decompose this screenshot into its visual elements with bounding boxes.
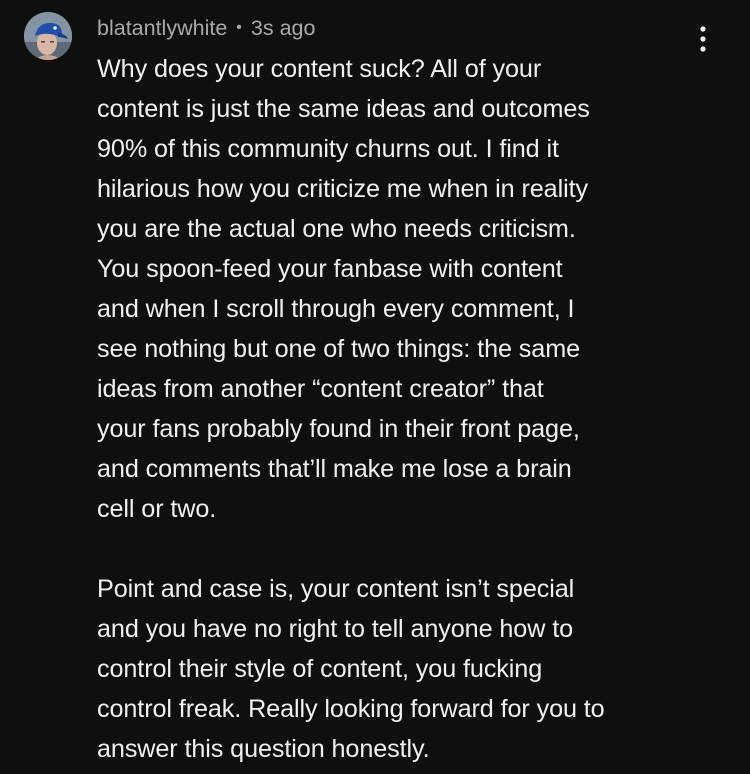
comment-line: you are the actual one who needs critici… xyxy=(97,215,576,243)
comment-line: 90% of this community churns out. I find… xyxy=(97,135,559,163)
meta-separator: • xyxy=(236,19,242,36)
comment-line: see nothing but one of two things: the s… xyxy=(97,335,580,363)
comment-line: your fans probably found in their front … xyxy=(97,415,580,443)
comment-line: Why does your content suck? All of your xyxy=(97,55,542,83)
comment-line: answer this question honestly. xyxy=(97,735,430,763)
comment-line: You spoon-feed your fanbase with content xyxy=(97,255,563,283)
comment-body: Why does your content suck? All of your … xyxy=(97,49,712,769)
comment-line: control freak. Really looking forward fo… xyxy=(97,695,605,723)
comment-line: content is just the same ideas and outco… xyxy=(97,95,590,123)
comment-line: hilarious how you criticize me when in r… xyxy=(97,175,588,203)
timestamp[interactable]: 3s ago xyxy=(251,16,316,41)
comment-line: cell or two. xyxy=(97,495,217,523)
comment-line: ideas from another “content creator” tha… xyxy=(97,375,544,403)
user-avatar-photo xyxy=(24,12,72,60)
comment-line: and comments that’ll make me lose a brai… xyxy=(97,455,572,483)
comment-header: blatantlywhite • 3s ago xyxy=(97,13,315,43)
comment-paragraph: Why does your content suck? All of your … xyxy=(97,49,712,529)
comment-paragraph: Point and case is, your content isn’t sp… xyxy=(97,569,712,769)
comment-line: control their style of content, you fuck… xyxy=(97,655,543,683)
comment-line: Point and case is, your content isn’t sp… xyxy=(97,575,575,603)
author-name[interactable]: blatantlywhite xyxy=(97,16,227,41)
comment-line: and when I scroll through every comment,… xyxy=(97,295,575,323)
comment-thread: blatantlywhite • 3s ago Why does your co… xyxy=(0,0,750,774)
avatar[interactable] xyxy=(24,12,72,60)
comment-line: and you have no right to tell anyone how… xyxy=(97,615,573,643)
